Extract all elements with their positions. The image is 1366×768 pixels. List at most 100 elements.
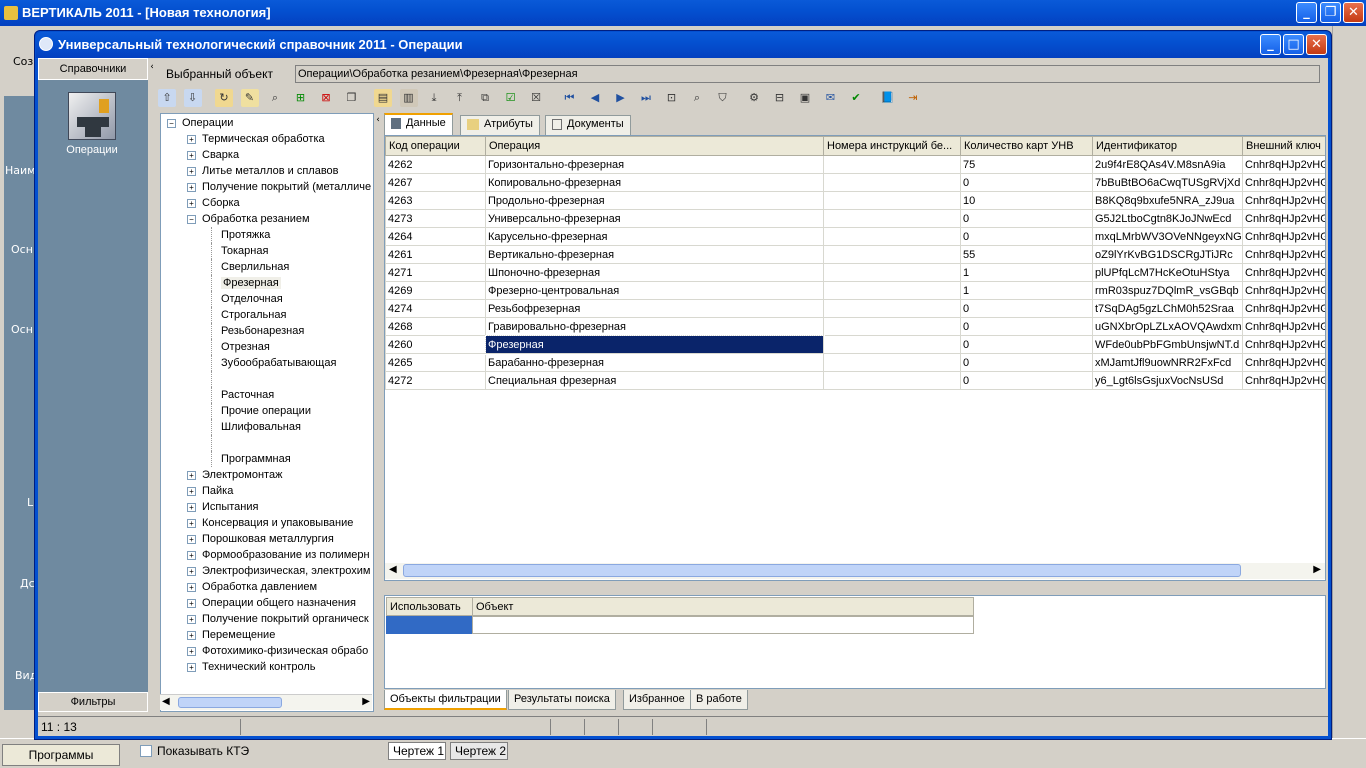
apply-check-icon[interactable]: ✔ bbox=[847, 89, 865, 107]
table-cell[interactable]: Cnhr8qHJp2vHG bbox=[1242, 227, 1325, 246]
move-down-icon[interactable]: ⇩ bbox=[183, 89, 202, 107]
expand-icon[interactable]: + bbox=[187, 166, 196, 176]
tree-item[interactable]: + Получение покрытий (металличе bbox=[161, 179, 373, 195]
tab-search-results[interactable]: Результаты поиска bbox=[508, 690, 616, 710]
table-cell[interactable]: Cnhr8qHJp2vHG bbox=[1242, 317, 1325, 336]
tab-in-work[interactable]: В работе bbox=[690, 690, 748, 710]
table-cell[interactable] bbox=[823, 335, 961, 354]
grid-scroll-thumb[interactable] bbox=[403, 564, 1241, 577]
tab-filter-objects[interactable]: Объекты фильтрации bbox=[384, 690, 507, 710]
tree-item[interactable]: Токарная bbox=[161, 243, 373, 259]
table-cell[interactable]: Продольно-фрезерная bbox=[485, 191, 824, 210]
tree-item[interactable]: Резьбонарезная bbox=[161, 323, 373, 339]
table-row[interactable]: 4268 Гравировально-фрезерная 0 uGNXbrOpLZLx… bbox=[385, 317, 1325, 336]
table-cell[interactable]: Фрезерно-центровальная bbox=[485, 281, 824, 300]
table-cell[interactable]: Резьбофрезерная bbox=[485, 299, 824, 318]
tree-item[interactable]: + Электрофизическая, электрохим bbox=[161, 563, 373, 579]
table-cell[interactable]: 4261 bbox=[385, 245, 486, 264]
table-cell[interactable]: Cnhr8qHJp2vHG bbox=[1242, 209, 1325, 228]
tree-item[interactable]: + Электромонтаж bbox=[161, 467, 373, 483]
table-cell[interactable]: 0 bbox=[960, 371, 1093, 390]
tab-attributes[interactable]: Атрибуты bbox=[460, 115, 540, 135]
clipboard-icon[interactable]: ▤ bbox=[374, 89, 392, 107]
expand-icon[interactable]: + bbox=[187, 150, 196, 160]
table-cell[interactable]: 4271 bbox=[385, 263, 486, 282]
tree-scroll-thumb[interactable] bbox=[178, 697, 282, 708]
tree-item[interactable]: + Технический контроль bbox=[161, 659, 373, 675]
table-cell[interactable]: oZ9lYrKvBG1DSCRgJTiJRc bbox=[1092, 245, 1243, 264]
collapse-icon[interactable]: − bbox=[167, 118, 176, 128]
column-header[interactable]: Внешний ключ bbox=[1242, 136, 1325, 156]
table-cell[interactable]: mxqLMrbWV3OVeNNgeyxNGc bbox=[1092, 227, 1243, 246]
duplicate-icon[interactable]: ⧉ bbox=[476, 89, 494, 107]
inner-minimize-button[interactable]: _ bbox=[1260, 34, 1281, 55]
table-cell[interactable]: 7bBuBtBO6aCwqTUSgRVjXd bbox=[1092, 173, 1243, 192]
table-cell[interactable] bbox=[823, 299, 961, 318]
catalog-header[interactable]: Справочники bbox=[38, 58, 148, 80]
table-cell[interactable]: Cnhr8qHJp2vHG bbox=[1242, 191, 1325, 210]
tree-item[interactable] bbox=[161, 435, 373, 451]
column-header[interactable]: Номера инструкций бе... bbox=[823, 136, 961, 156]
table-cell[interactable] bbox=[823, 173, 961, 192]
tree-item[interactable]: + Литье металлов и сплавов bbox=[161, 163, 373, 179]
table-cell[interactable]: Cnhr8qHJp2vHG bbox=[1242, 371, 1325, 390]
expand-icon[interactable]: + bbox=[187, 182, 196, 192]
table-cell[interactable]: Гравировально-фрезерная bbox=[485, 317, 824, 336]
table-cell[interactable]: Шпоночно-фрезерная bbox=[485, 263, 824, 282]
grid-scroll-left-icon[interactable]: ◀ bbox=[389, 564, 397, 575]
scroll-left-icon[interactable]: ◀ bbox=[162, 696, 170, 707]
filter-col-use[interactable]: Использовать bbox=[390, 601, 461, 613]
check-list-icon[interactable]: ☑ bbox=[502, 89, 520, 107]
tree-item[interactable]: Отделочная bbox=[161, 291, 373, 307]
expand-icon[interactable]: + bbox=[187, 134, 196, 144]
delete-icon[interactable]: ⊠ bbox=[317, 89, 335, 107]
refresh-icon[interactable]: ↻ bbox=[215, 89, 233, 107]
table-cell[interactable]: B8KQ8q9bxufe5NRA_zJ9ua bbox=[1092, 191, 1243, 210]
table-row[interactable]: 4267 Копировально-фрезерная 0 7bBuBtBO6aCwq… bbox=[385, 173, 1325, 192]
tree-hscrollbar[interactable]: ◀ ▶ bbox=[160, 694, 372, 710]
next-icon[interactable]: ▶ bbox=[612, 89, 630, 107]
tree-item[interactable] bbox=[161, 371, 373, 387]
move-up-icon[interactable]: ⇧ bbox=[158, 89, 176, 107]
first-icon[interactable]: ⏮ bbox=[561, 89, 579, 107]
table-cell[interactable]: y6_Lgt6lsGsjuxVocNsUSd bbox=[1092, 371, 1243, 390]
table-row[interactable]: 4274 Резьбофрезерная 0 t7SqDAg5gzLChM0h52Sr… bbox=[385, 299, 1325, 318]
table-cell[interactable] bbox=[823, 263, 961, 282]
table-cell[interactable]: Cnhr8qHJp2vHG bbox=[1242, 155, 1325, 174]
tree-item[interactable]: Шлифовальная bbox=[161, 419, 373, 435]
tree-item[interactable]: Зубообрабатывающая bbox=[161, 355, 373, 371]
table-cell[interactable]: Карусельно-фрезерная bbox=[485, 227, 824, 246]
table-cell[interactable]: Барабанно-фрезерная bbox=[485, 353, 824, 372]
outer-minimize-button[interactable]: _ bbox=[1296, 2, 1317, 23]
mail-icon[interactable]: ✉ bbox=[822, 89, 840, 107]
tree-item[interactable]: + Фотохимико-физическая обрабо bbox=[161, 643, 373, 659]
book-icon[interactable]: 📘 bbox=[879, 89, 897, 107]
edit-icon[interactable]: ✎ bbox=[240, 89, 259, 107]
table-cell[interactable]: 4263 bbox=[385, 191, 486, 210]
column-header[interactable]: Код операции bbox=[385, 136, 486, 156]
table-cell[interactable]: Cnhr8qHJp2vHG bbox=[1242, 173, 1325, 192]
table-cell[interactable]: Cnhr8qHJp2vHG bbox=[1242, 299, 1325, 318]
tree-item[interactable]: + Обработка давлением bbox=[161, 579, 373, 595]
sheet-tab-1[interactable]: Чертеж 1 bbox=[388, 742, 446, 760]
tree-item[interactable]: Программная bbox=[161, 451, 373, 467]
table-cell[interactable]: xMJamtJfl9uowNRR2FxFcd bbox=[1092, 353, 1243, 372]
expand-icon[interactable]: + bbox=[187, 630, 196, 640]
table-cell[interactable]: 0 bbox=[960, 299, 1093, 318]
table-cell[interactable]: 4272 bbox=[385, 371, 486, 390]
prev-icon[interactable]: ◀ bbox=[586, 89, 604, 107]
catalog-splitter[interactable]: ‹ bbox=[148, 58, 156, 712]
table-cell[interactable]: 4264 bbox=[385, 227, 486, 246]
table-cell[interactable]: G5J2LtboCgtn8KJoJNwEcd bbox=[1092, 209, 1243, 228]
table-row[interactable]: 4261 Вертикально-фрезерная 55 oZ9lYrKvBG1DS… bbox=[385, 245, 1325, 264]
tree-item[interactable]: + Испытания bbox=[161, 499, 373, 515]
expand-icon[interactable]: + bbox=[187, 198, 196, 208]
column-header[interactable]: Количество карт УНВ bbox=[960, 136, 1093, 156]
tree-item[interactable]: + Порошковая металлургия bbox=[161, 531, 373, 547]
add-icon[interactable]: ⊞ bbox=[292, 89, 310, 107]
tab-favorites[interactable]: Избранное bbox=[623, 690, 691, 710]
filters-button[interactable]: Фильтры bbox=[38, 692, 148, 712]
expand-icon[interactable]: + bbox=[187, 486, 196, 496]
table-cell[interactable]: 0 bbox=[960, 335, 1093, 354]
expand-icon[interactable]: + bbox=[187, 534, 196, 544]
